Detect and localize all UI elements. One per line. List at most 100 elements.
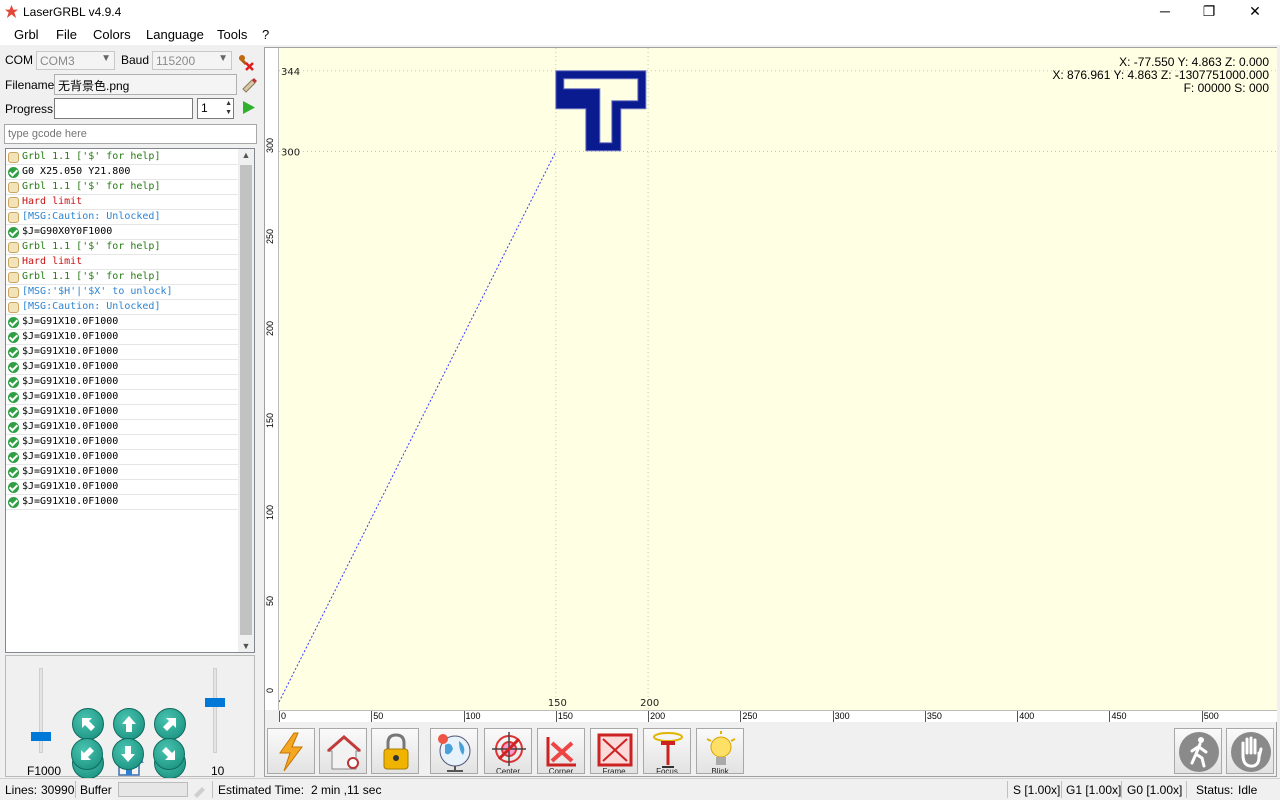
com-label: COM bbox=[5, 53, 33, 67]
menu-grbl[interactable]: Grbl bbox=[14, 27, 39, 42]
console-row: $J=G91X10.0F1000 bbox=[6, 435, 239, 450]
center-button[interactable]: Center bbox=[484, 728, 532, 774]
passes-stepper[interactable]: 1 ▲ ▼ bbox=[197, 98, 234, 119]
open-file-icon[interactable] bbox=[240, 75, 258, 93]
scroll-down-icon[interactable]: ▼ bbox=[238, 641, 254, 651]
globe-icon bbox=[438, 734, 471, 772]
jog-s-button[interactable] bbox=[112, 738, 144, 770]
console-row-text: $J=G91X10.0F1000 bbox=[22, 406, 119, 417]
menu-tools[interactable]: Tools bbox=[217, 27, 247, 42]
world-button[interactable] bbox=[430, 728, 478, 774]
menu-language[interactable]: Language bbox=[146, 27, 204, 42]
time-value: 2 min ,11 sec bbox=[311, 783, 382, 797]
console-row: $J=G91X10.0F1000 bbox=[6, 360, 239, 375]
home-button[interactable] bbox=[319, 728, 367, 774]
console-row-text: $J=G90X0Y0F1000 bbox=[22, 226, 113, 237]
marker-x-label: 150 bbox=[548, 698, 567, 709]
menu-colors[interactable]: Colors bbox=[93, 27, 131, 42]
console-row-text: [MSG:Caution: Unlocked] bbox=[22, 301, 161, 312]
separator bbox=[1007, 781, 1008, 798]
buffer-label: Buffer bbox=[80, 783, 112, 797]
console-row: Hard limit bbox=[6, 255, 239, 270]
gcode-input[interactable] bbox=[4, 124, 257, 144]
marker-y-label: 300 bbox=[281, 148, 300, 159]
preview-canvas[interactable]: 150 200 344 300 X: -77.550 Y: 4.863 Z: 0.00… bbox=[279, 48, 1277, 710]
message-icon bbox=[8, 272, 19, 283]
filename-field[interactable]: 无背景色.png bbox=[54, 74, 237, 95]
jog-ne-button[interactable] bbox=[154, 708, 186, 740]
check-icon bbox=[8, 167, 19, 178]
speed-label: F1000 bbox=[27, 764, 62, 778]
hand-stop-icon bbox=[1231, 732, 1271, 772]
console-scrollbar[interactable]: ▲ ▼ bbox=[238, 149, 254, 652]
console-row: $J=G91X10.0F1000 bbox=[6, 330, 239, 345]
check-icon bbox=[8, 347, 19, 358]
console-row-text: Grbl 1.1 ['$' for help] bbox=[22, 151, 161, 162]
x-ruler-tick: 500 bbox=[1201, 711, 1219, 722]
check-icon bbox=[8, 452, 19, 463]
jog-sw-button[interactable] bbox=[71, 738, 103, 770]
filename-label: Filename bbox=[5, 78, 55, 92]
toolbar-caption: Focus bbox=[656, 767, 678, 774]
y-ruler-tick: 100 bbox=[265, 504, 275, 520]
s-override[interactable]: S [1.00x] bbox=[1013, 783, 1060, 797]
console-row-text: $J=G91X10.0F1000 bbox=[22, 421, 119, 432]
check-icon bbox=[8, 317, 19, 328]
minimize-button[interactable]: ─ bbox=[1142, 0, 1188, 23]
blink-button[interactable]: Blink bbox=[696, 728, 744, 774]
run-button[interactable] bbox=[267, 728, 315, 774]
console-log[interactable]: Grbl 1.1 ['$' for help] G0 X25.050 Y21.80… bbox=[5, 148, 255, 653]
home-search-icon bbox=[326, 735, 362, 770]
jog-se-button[interactable] bbox=[153, 738, 185, 770]
g0-override[interactable]: G0 [1.00x] bbox=[1127, 783, 1182, 797]
speed-slider-thumb[interactable] bbox=[31, 732, 51, 741]
step-label: 10 bbox=[211, 764, 225, 778]
progress-label: Progress bbox=[5, 102, 54, 116]
corner-button[interactable]: Corner bbox=[537, 728, 585, 774]
x-ruler-tick: 150 bbox=[555, 711, 573, 722]
arrow-up-icon bbox=[122, 716, 136, 732]
step-slider-thumb[interactable] bbox=[205, 698, 225, 707]
scroll-up-icon[interactable]: ▲ bbox=[238, 150, 254, 160]
lock-icon bbox=[383, 733, 409, 770]
console-row-text: $J=G91X10.0F1000 bbox=[22, 496, 119, 507]
arrow-se-icon bbox=[162, 747, 175, 760]
separator bbox=[1121, 781, 1122, 798]
com-select[interactable]: COM3 ▼ bbox=[36, 51, 115, 70]
walk-button[interactable] bbox=[1174, 728, 1222, 774]
console-row: $J=G91X10.0F1000 bbox=[6, 390, 239, 405]
unlock-button[interactable] bbox=[371, 728, 419, 774]
connect-icon[interactable] bbox=[236, 52, 256, 72]
separator bbox=[1186, 781, 1187, 798]
stop-button[interactable] bbox=[1226, 728, 1274, 774]
close-button[interactable]: ✕ bbox=[1232, 0, 1278, 23]
baud-select[interactable]: 115200 ▼ bbox=[152, 51, 232, 70]
scroll-thumb[interactable] bbox=[240, 165, 252, 635]
check-icon bbox=[8, 377, 19, 388]
check-icon bbox=[8, 467, 19, 478]
jog-nw-button[interactable] bbox=[72, 708, 104, 740]
check-icon bbox=[8, 437, 19, 448]
arrow-nw-icon bbox=[82, 718, 95, 731]
window-title: LaserGRBL v4.9.4 bbox=[23, 5, 122, 19]
stepper-arrows-icon[interactable]: ▲ ▼ bbox=[225, 99, 232, 117]
y-ruler: 0 50 100 150 200 250 300 bbox=[265, 48, 279, 710]
marker-x-label: 200 bbox=[640, 698, 659, 709]
y-ruler-tick: 50 bbox=[265, 596, 275, 607]
passes-value: 1 bbox=[201, 101, 208, 115]
jog-n-button[interactable] bbox=[113, 708, 145, 740]
play-icon[interactable] bbox=[241, 100, 256, 115]
g1-override[interactable]: G1 [1.00x] bbox=[1066, 783, 1121, 797]
restore-button[interactable]: ❐ bbox=[1186, 0, 1232, 23]
focus-button[interactable]: Focus bbox=[643, 728, 691, 774]
step-slider[interactable] bbox=[213, 668, 217, 753]
frame-button[interactable]: Frame bbox=[590, 728, 638, 774]
menu-help[interactable]: ? bbox=[262, 27, 269, 42]
console-row-text: $J=G91X10.0F1000 bbox=[22, 481, 119, 492]
console-row-text: $J=G91X10.0F1000 bbox=[22, 361, 119, 372]
console-row-text: Hard limit bbox=[22, 256, 83, 267]
check-icon bbox=[8, 227, 19, 238]
console-row: [MSG:'$H'|'$X' to unlock] bbox=[6, 285, 239, 300]
menu-file[interactable]: File bbox=[56, 27, 77, 42]
walk-icon bbox=[1179, 732, 1219, 772]
